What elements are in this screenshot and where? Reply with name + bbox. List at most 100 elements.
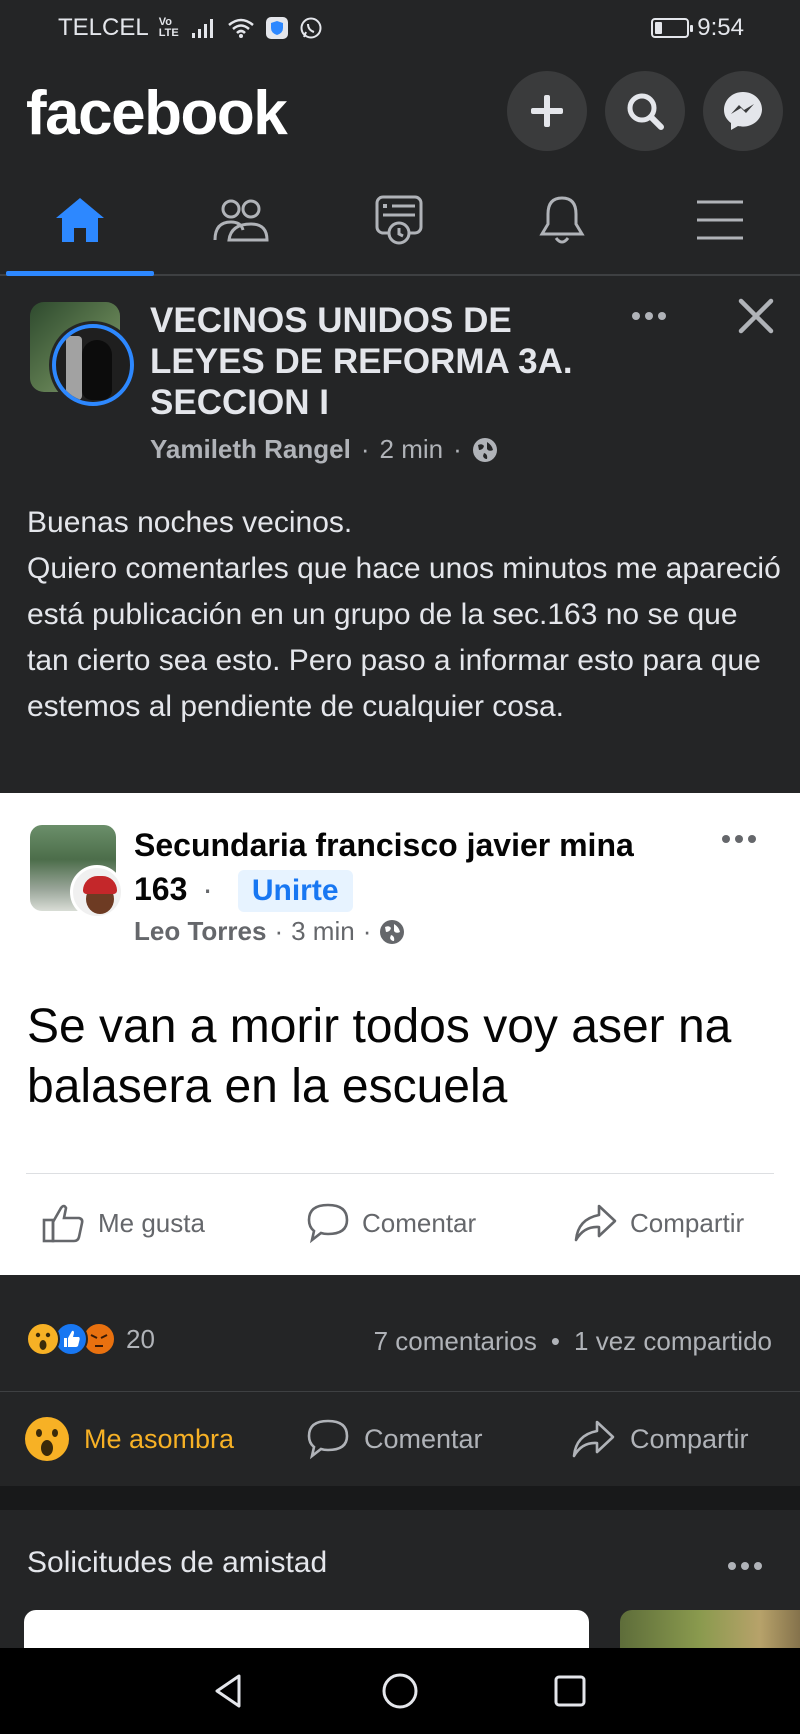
app-header: facebook: [0, 58, 800, 168]
post-author[interactable]: Yamileth Rangel: [150, 434, 351, 465]
status-bar-left: TELCEL Vo LTE: [58, 14, 323, 42]
divider: [26, 1173, 774, 1174]
shared-post-text: Se van a morir todos voy aser na balaser…: [27, 1000, 732, 1113]
like-label: Me gusta: [98, 1207, 205, 1238]
shared-actions: Me gusta Comentar Compartir: [0, 1193, 800, 1253]
shared-comment-button[interactable]: Comentar: [306, 1193, 476, 1253]
group-avatar[interactable]: [30, 302, 134, 406]
author-avatar[interactable]: [52, 324, 134, 406]
carrier-label: TELCEL: [58, 14, 149, 41]
post-text-line: Quiero comentarles que hace unos minutos…: [27, 552, 781, 723]
nav-tabs: [0, 168, 800, 276]
home-system-button[interactable]: [375, 1668, 425, 1714]
stats-bullet: •: [550, 1326, 561, 1356]
active-tab-indicator: [6, 271, 154, 276]
shared-more-icon[interactable]: [722, 835, 756, 843]
search-icon: [627, 93, 664, 130]
comments-count[interactable]: 7 comentarios: [374, 1326, 537, 1357]
shared-like-button[interactable]: Me gusta: [42, 1193, 205, 1253]
post-time[interactable]: 2 min: [380, 434, 444, 465]
home-icon: [56, 198, 104, 242]
shared-group-name: Secundaria francisco javier mina 163 · U…: [134, 823, 694, 912]
shared-author[interactable]: Leo Torres: [134, 916, 266, 947]
post-stats: 20 7 comentarios • 1 vez compartido: [0, 1288, 800, 1392]
friend-requests-section: Solicitudes de amistad: [0, 1510, 800, 1670]
reactions-summary[interactable]: 20: [26, 1322, 155, 1356]
plus-icon: [531, 95, 563, 127]
tab-menu[interactable]: [680, 190, 760, 250]
post-more-icon[interactable]: [632, 312, 666, 320]
share-label: Compartir: [630, 1423, 749, 1454]
stats-right: 7 comentarios • 1 vez compartido: [374, 1326, 772, 1357]
back-button[interactable]: [204, 1668, 254, 1714]
meta-separator: ·: [202, 871, 213, 907]
comment-icon: [307, 1419, 349, 1460]
status-bar: TELCEL Vo LTE 9:54: [0, 0, 800, 58]
wow-emoji-icon: [25, 1417, 69, 1461]
react-label: Me asombra: [84, 1423, 235, 1454]
share-icon: [574, 1204, 617, 1242]
share-icon: [572, 1420, 615, 1458]
tab-friends[interactable]: [200, 190, 280, 250]
post-actions: Me asombra Comentar Compartir: [0, 1406, 800, 1472]
globe-icon: [472, 437, 497, 462]
shared-share-button[interactable]: Compartir: [572, 1193, 744, 1253]
close-icon[interactable]: [736, 296, 776, 336]
post-header: VECINOS UNIDOS DE LEYES DE REFORMA 3A. S…: [0, 278, 800, 478]
shares-count[interactable]: 1 vez compartido: [574, 1326, 772, 1357]
hamburger-icon: [697, 200, 743, 240]
share-label: Compartir: [630, 1207, 745, 1238]
create-button[interactable]: [507, 71, 587, 151]
home-circle-icon: [382, 1673, 418, 1709]
feeds-icon: [375, 195, 423, 245]
recents-button[interactable]: [545, 1668, 595, 1714]
whatsapp-icon: [300, 17, 322, 39]
reaction-count: 20: [126, 1323, 155, 1354]
shared-post[interactable]: Secundaria francisco javier mina 163 · U…: [0, 793, 800, 1275]
tab-notifications[interactable]: [522, 190, 602, 250]
shared-time[interactable]: 3 min: [291, 916, 355, 947]
join-group-button[interactable]: Unirte: [237, 870, 353, 912]
comment-icon: [307, 1203, 349, 1244]
signal-icon: [191, 19, 213, 38]
bell-icon: [539, 196, 585, 244]
friend-requests-more-icon[interactable]: [728, 1562, 762, 1570]
meta-separator: ·: [360, 434, 370, 464]
system-navigation-bar: [0, 1648, 800, 1734]
shared-group-avatar[interactable]: [30, 825, 124, 919]
wow-reaction-icon: [26, 1322, 60, 1356]
shared-author-avatar[interactable]: [70, 865, 124, 919]
comment-button[interactable]: Comentar: [306, 1406, 483, 1472]
messenger-button[interactable]: [703, 71, 783, 151]
like-icon: [42, 1204, 84, 1243]
wifi-icon: [227, 18, 254, 38]
meta-separator: ·: [453, 434, 462, 464]
search-button[interactable]: [605, 71, 685, 151]
shared-post-meta: Leo Torres · 3 min ·: [134, 916, 405, 947]
comment-label: Comentar: [364, 1423, 483, 1454]
tab-home[interactable]: [40, 190, 120, 250]
post-text: Buenas noches vecinos. Quiero comentarle…: [27, 500, 787, 730]
facebook-logo[interactable]: facebook: [26, 78, 288, 149]
friend-requests-title: Solicitudes de amistad: [27, 1546, 328, 1579]
meta-separator: ·: [274, 916, 284, 946]
comment-label: Comentar: [362, 1207, 477, 1238]
clock: 9:54: [697, 14, 744, 41]
status-bar-right: 9:54: [651, 14, 744, 42]
tab-feeds[interactable]: [359, 190, 439, 250]
share-button[interactable]: Compartir: [570, 1406, 749, 1472]
post-meta: Yamileth Rangel · 2 min ·: [150, 434, 498, 465]
messenger-icon: [724, 92, 762, 130]
friends-icon: [213, 199, 269, 242]
battery-icon: [651, 18, 694, 38]
recents-icon: [554, 1675, 586, 1707]
shield-icon: [265, 17, 288, 39]
globe-icon: [380, 919, 405, 944]
feed-separator: [0, 1486, 800, 1510]
meta-separator: ·: [362, 916, 372, 946]
back-icon: [215, 1674, 241, 1708]
react-button[interactable]: Me asombra: [24, 1406, 234, 1472]
group-name[interactable]: VECINOS UNIDOS DE LEYES DE REFORMA 3A. S…: [150, 300, 590, 423]
post-text-line: Buenas noches vecinos.: [27, 506, 353, 539]
volte-badge: Vo LTE: [158, 16, 179, 39]
